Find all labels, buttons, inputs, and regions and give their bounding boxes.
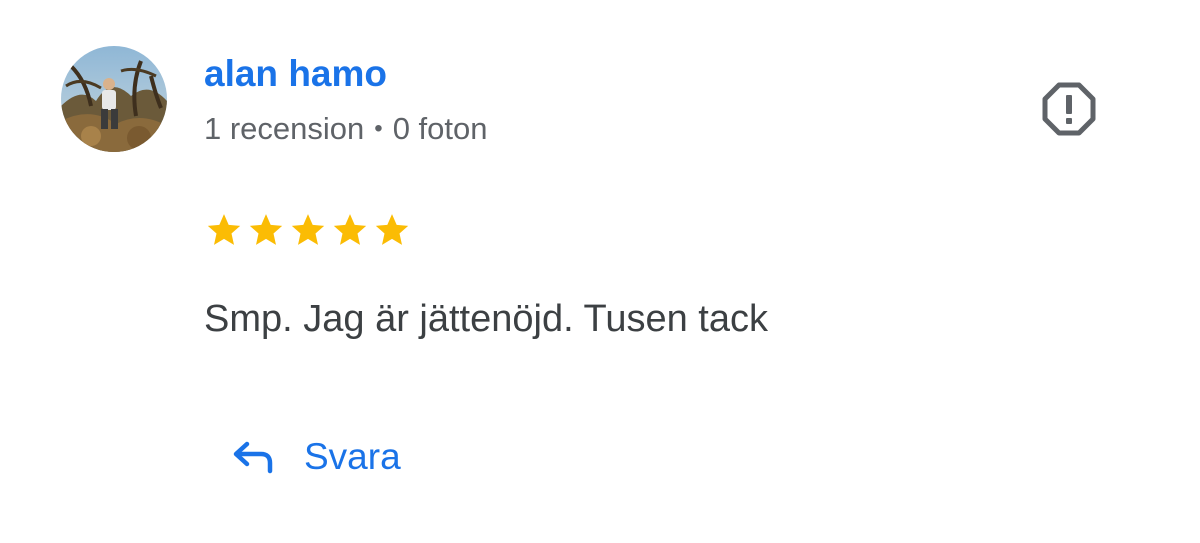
star-icon — [207, 214, 241, 245]
photo-count: 0 foton — [392, 111, 488, 146]
report-review-button[interactable] — [1040, 80, 1098, 138]
reviewer-meta: 1 recension • 0 foton — [204, 110, 488, 151]
avatar[interactable] — [61, 46, 167, 152]
meta-separator: • — [374, 115, 383, 142]
star-icon — [249, 214, 283, 245]
star-rating — [204, 210, 412, 250]
reviewer-name[interactable]: alan hamo — [204, 52, 387, 96]
star-icon — [291, 214, 325, 245]
avatar-image — [61, 46, 167, 152]
reply-arrow-icon — [233, 441, 273, 474]
report-flag-octagon-icon — [1042, 82, 1096, 136]
review-text: Smp. Jag är jättenöjd. Tusen tack — [204, 298, 768, 340]
review-card: alan hamo 1 recension • 0 foton Smp. Jag ä… — [0, 0, 1200, 543]
review-count: 1 recension — [204, 111, 365, 146]
star-icon — [375, 214, 409, 245]
reply-label: Svara — [304, 436, 401, 477]
star-icon — [333, 214, 367, 245]
reply-button[interactable]: Svara — [228, 430, 401, 484]
